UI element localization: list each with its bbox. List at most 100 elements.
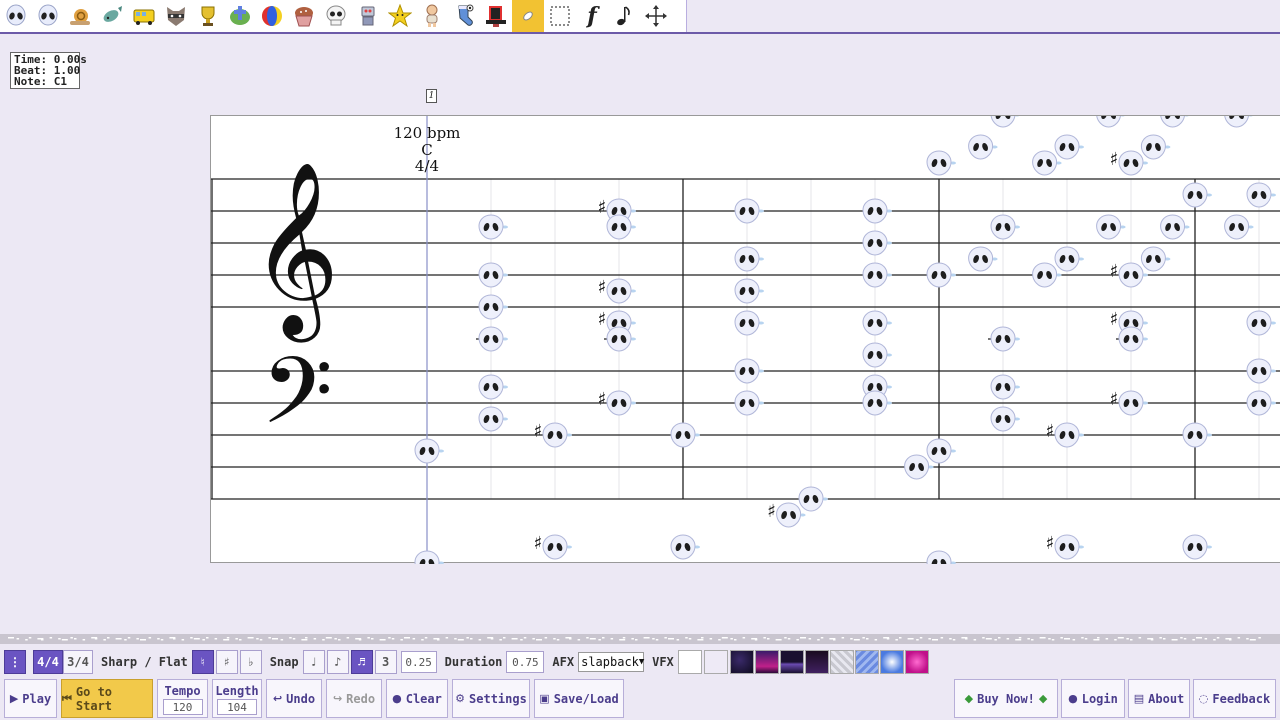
flat-button[interactable]: ♭ (239, 650, 262, 674)
muffin-icon[interactable] (288, 0, 320, 32)
note-head[interactable] (1140, 134, 1171, 160)
robot-icon[interactable] (352, 0, 384, 32)
note-head[interactable] (478, 294, 508, 320)
note-head[interactable] (1224, 214, 1254, 240)
selection-box-icon[interactable] (544, 0, 576, 32)
note-head[interactable] (904, 454, 934, 480)
note-head[interactable] (606, 214, 636, 240)
fish-icon[interactable] (96, 0, 128, 32)
note-head[interactable] (1224, 116, 1254, 128)
note-head[interactable] (1032, 262, 1062, 288)
note-head[interactable] (606, 278, 636, 304)
note-head[interactable] (1096, 116, 1126, 128)
note-head[interactable] (734, 246, 764, 272)
vfx-swatch-static[interactable] (829, 650, 854, 674)
star-icon[interactable] (384, 0, 416, 32)
note-head[interactable] (862, 310, 892, 336)
note-head[interactable] (1096, 214, 1126, 240)
note-head[interactable] (1054, 246, 1084, 272)
time-sig-4-4-button[interactable]: 4/4 (33, 650, 63, 674)
vfx-swatch-none[interactable] (677, 650, 702, 674)
note-head[interactable] (1182, 422, 1212, 448)
login-button[interactable]: ● Login (1061, 679, 1125, 718)
afx-select[interactable]: slapback ▼ (578, 652, 644, 672)
song-scrollbar[interactable] (0, 634, 1280, 644)
baby-icon[interactable] (416, 0, 448, 32)
sidebar-toggle-button[interactable]: ⋮ (4, 650, 26, 674)
score-canvas[interactable]: 𝄞𝄢120 bpmC4/4♯♯♯♯♯♯♯♯♯♯♯♯♯♯ (210, 115, 1280, 564)
note-head[interactable] (734, 310, 764, 336)
note-head[interactable] (478, 374, 508, 400)
vfx-swatch-nebula[interactable] (754, 650, 779, 674)
note-head[interactable] (862, 390, 892, 416)
note-head[interactable] (1182, 182, 1212, 208)
note-head[interactable] (734, 278, 764, 304)
play-button[interactable]: ▶ Play (4, 679, 57, 718)
note-head[interactable] (968, 134, 998, 160)
note-head[interactable] (1054, 422, 1084, 448)
note-head[interactable] (606, 390, 636, 416)
go-to-start-button[interactable]: ⏮ Go to Start (61, 679, 153, 718)
note-head[interactable] (1160, 214, 1190, 240)
note-head[interactable] (862, 198, 892, 224)
feedback-button[interactable]: ◌ Feedback (1193, 679, 1276, 718)
sharp-button[interactable]: ♯ (215, 650, 238, 674)
note-head[interactable] (862, 230, 892, 256)
undo-button[interactable]: ↩ Undo (266, 679, 322, 718)
eraser-icon[interactable] (512, 0, 544, 32)
note-head[interactable] (862, 342, 892, 368)
note-head[interactable] (990, 406, 1020, 432)
note-head[interactable] (1118, 150, 1148, 176)
note-head[interactable] (926, 150, 956, 176)
natural-button[interactable]: ♮ (191, 650, 214, 674)
note-head[interactable] (1246, 182, 1276, 208)
note-head[interactable] (926, 438, 956, 464)
settings-button[interactable]: ⚙ Settings (452, 679, 530, 718)
sock-icon[interactable] (448, 0, 480, 32)
note-head[interactable] (1118, 390, 1148, 416)
note-head[interactable] (414, 550, 444, 564)
note-head[interactable] (990, 374, 1020, 400)
note-head[interactable] (968, 246, 998, 272)
clear-button[interactable]: ● Clear (386, 679, 448, 718)
note-icon[interactable] (608, 0, 640, 32)
note-head[interactable] (1246, 310, 1276, 336)
length-field[interactable]: 104 (217, 699, 257, 715)
staff-svg[interactable]: 𝄞𝄢120 bpmC4/4♯♯♯♯♯♯♯♯♯♯♯♯♯♯ (211, 116, 1280, 564)
note-head[interactable] (1118, 326, 1148, 352)
note-head[interactable] (670, 422, 700, 448)
note-head[interactable] (478, 262, 508, 288)
note-head[interactable] (670, 534, 700, 560)
vfx-swatch-dark[interactable] (804, 650, 829, 674)
buy-now-button[interactable]: ◆ Buy Now! ◆ (954, 679, 1058, 718)
vfx-swatch-horizon[interactable] (779, 650, 804, 674)
vfx-swatch-lavender[interactable] (703, 650, 728, 674)
note-head[interactable] (1160, 116, 1190, 128)
snap-quarter-button[interactable]: ♩ (302, 650, 325, 674)
save-load-button[interactable]: ▣ Save/Load (534, 679, 624, 718)
tempo-field[interactable]: 120 (162, 699, 203, 715)
move-icon[interactable] (640, 0, 672, 32)
note-head[interactable] (990, 326, 1020, 352)
note-head[interactable] (1054, 534, 1084, 560)
note-head[interactable] (926, 550, 956, 564)
note-head[interactable] (862, 262, 892, 288)
redo-button[interactable]: ↪ Redo (326, 679, 382, 718)
note-head[interactable] (542, 422, 572, 448)
snap-eighth-button[interactable]: ♪ (326, 650, 349, 674)
skull-icon[interactable] (320, 0, 352, 32)
school-bus-icon[interactable] (128, 0, 160, 32)
note-head[interactable] (1118, 262, 1148, 288)
note-head[interactable] (798, 486, 828, 512)
note-head[interactable] (734, 358, 764, 384)
about-button[interactable]: ▤ About (1128, 679, 1190, 718)
forte-icon[interactable]: f (576, 0, 608, 32)
note-head[interactable] (414, 438, 444, 464)
note-head[interactable] (1182, 534, 1212, 560)
time-sig-3-4-button[interactable]: 3/4 (63, 650, 93, 674)
vfx-swatch-flash[interactable] (879, 650, 904, 674)
alien-face-icon[interactable] (32, 0, 64, 32)
duration-value-field[interactable]: 0.75 (506, 651, 545, 673)
raccoon-icon[interactable] (160, 0, 192, 32)
note-head[interactable] (1054, 134, 1084, 160)
